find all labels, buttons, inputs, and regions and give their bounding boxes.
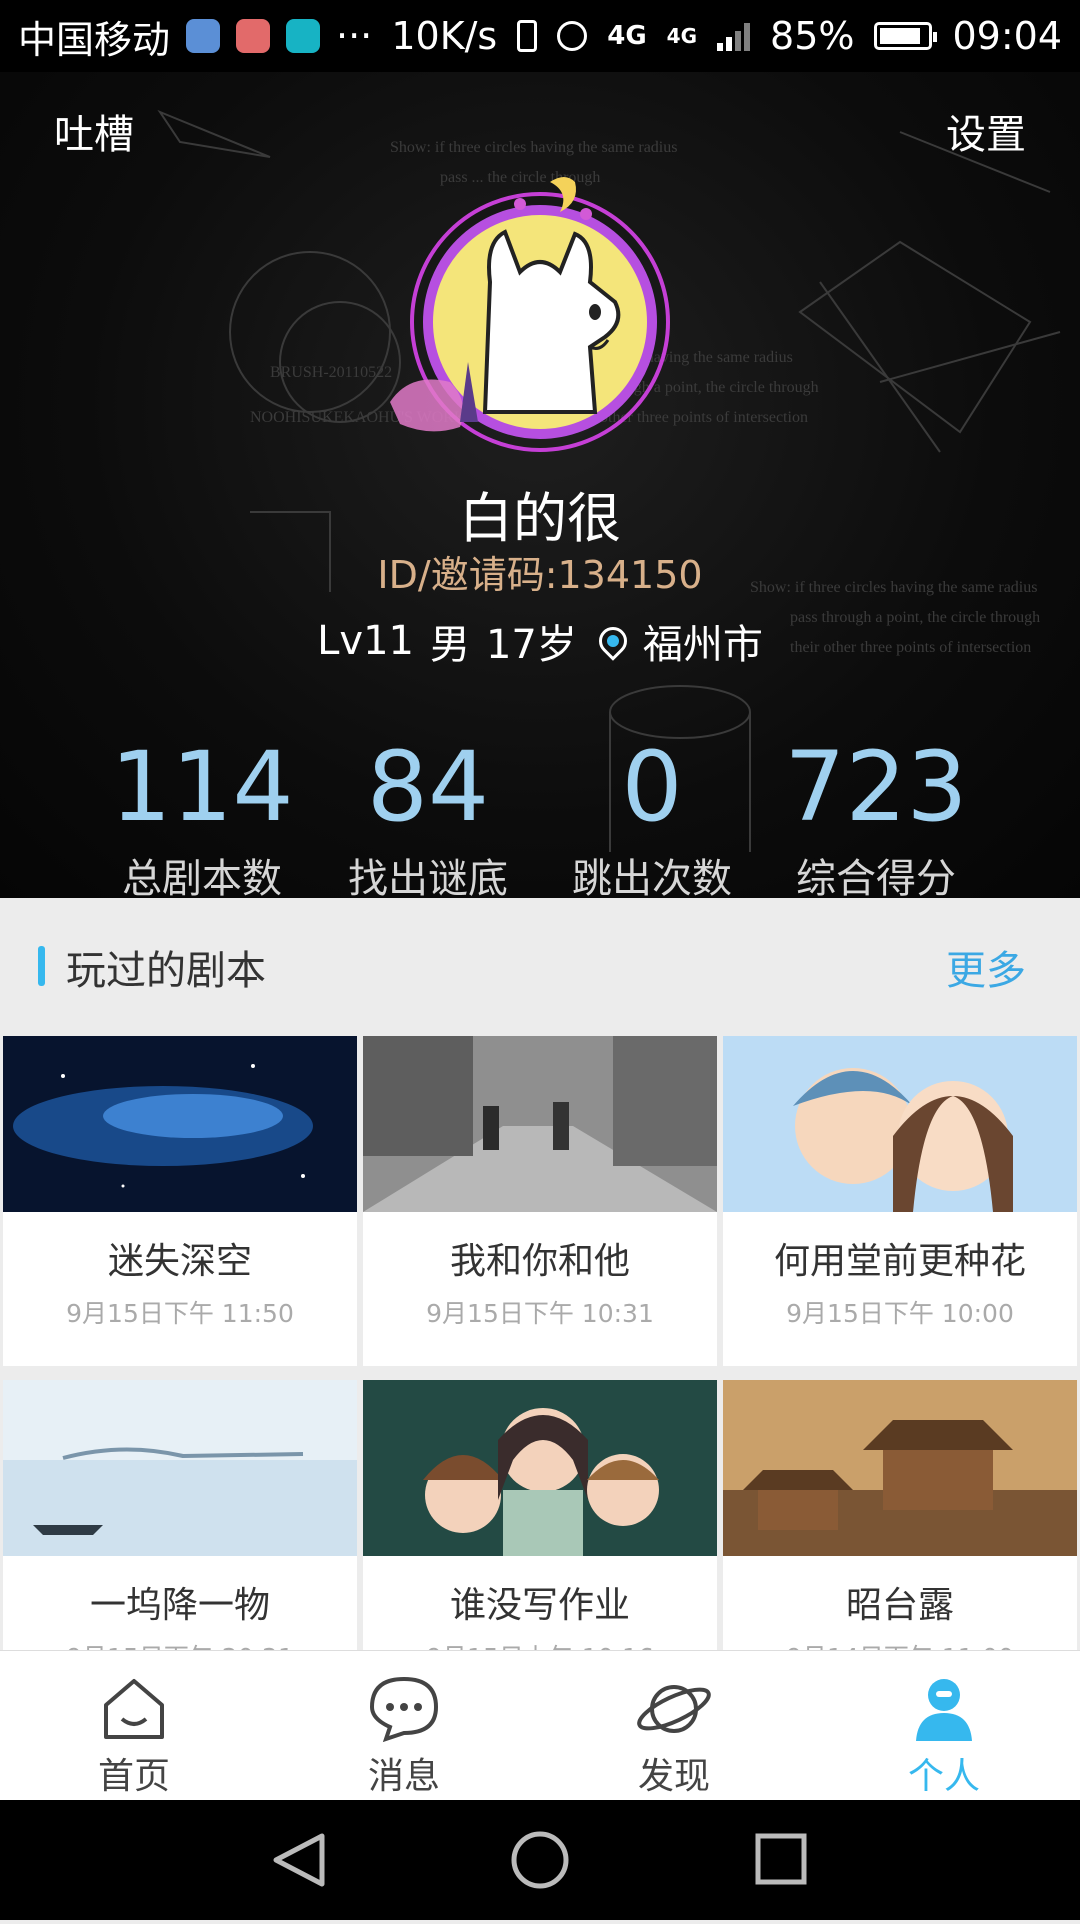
net-speed: 10K/s <box>391 14 498 58</box>
script-title: 一坞降一物 <box>89 1585 270 1626</box>
settings-label: 设置 <box>946 112 1026 158</box>
section-accent-bar <box>38 946 45 986</box>
script-title: 谁没写作业 <box>449 1585 630 1626</box>
script-thumbnail <box>3 1380 357 1556</box>
signal-icon <box>717 21 751 51</box>
location-pin-icon <box>593 621 633 661</box>
bottom-tab-bar: 首页 消息 发现 个人 <box>0 1650 1080 1800</box>
home-circle-icon[interactable] <box>511 1831 569 1889</box>
clock: 09:04 <box>952 14 1062 58</box>
invite-code: ID/邀请码:134150 <box>377 553 703 597</box>
battery-percent: 85% <box>770 14 855 58</box>
user-meta: Lv11 男 17岁 福州市 <box>0 612 1080 670</box>
tab-label: 个人 <box>907 1756 980 1797</box>
script-card[interactable]: 迷失深空 9月15日下午 11:50 <box>3 1036 357 1366</box>
stat-label: 跳出次数 <box>572 856 732 898</box>
status-bar: 中国移动 ··· 10K/s 4G 4G 85% 09:04 <box>0 0 1080 72</box>
svg-text:BRUSH-20110522: BRUSH-20110522 <box>270 364 392 381</box>
stat-value: 114 <box>110 731 294 843</box>
tab-home[interactable]: 首页 <box>34 1651 234 1801</box>
system-nav-bar <box>0 1800 1080 1920</box>
script-thumbnail <box>3 1036 357 1212</box>
script-date: 9月15日下午 10:00 <box>786 1299 1014 1328</box>
stat-label: 综合得分 <box>796 856 956 898</box>
user-level: Lv11 <box>317 618 414 664</box>
script-card[interactable]: 我和你和他 9月15日下午 10:31 <box>363 1036 717 1366</box>
profile-header: Show: if three circles having the same r… <box>0 72 1080 898</box>
stat-label: 总剧本数 <box>122 856 282 898</box>
script-date: 9月14日下午 11:00 <box>723 1638 1077 1650</box>
script-card[interactable]: 昭台露 9月14日下午 11:00 <box>723 1380 1077 1650</box>
stat-value: 84 <box>366 731 490 843</box>
tab-messages[interactable]: 消息 <box>304 1651 504 1801</box>
battery-icon <box>874 22 938 50</box>
avatar[interactable] <box>390 162 690 462</box>
anime-couple-image <box>723 1036 1077 1212</box>
settings-link[interactable]: 设置 <box>946 102 1026 160</box>
space-nebula-image <box>3 1036 357 1212</box>
script-date: 9月15日下午 11:50 <box>66 1299 294 1328</box>
planet-icon <box>637 1685 711 1733</box>
script-title: 迷失深空 <box>107 1241 252 1282</box>
script-title: 昭台露 <box>845 1585 954 1626</box>
script-date: 9月15日上午 10:16 <box>363 1638 717 1650</box>
user-gender: 男 <box>429 622 470 668</box>
user-age: 17岁 <box>485 622 577 668</box>
more-notifications-icon: ··· <box>336 14 373 58</box>
script-card[interactable]: 谁没写作业 9月15日上午 10:16 <box>363 1380 717 1650</box>
script-title: 何用堂前更种花 <box>773 1241 1026 1282</box>
tab-profile[interactable]: 个人 <box>844 1651 1044 1801</box>
script-card[interactable]: 何用堂前更种花 9月15日下午 10:00 <box>723 1036 1077 1366</box>
classroom-image <box>363 1380 717 1556</box>
tap-app-icon <box>286 19 321 53</box>
vibrate-icon <box>517 20 538 52</box>
tab-discover[interactable]: 发现 <box>574 1651 774 1801</box>
script-thumbnail <box>363 1380 717 1556</box>
stat-value: 723 <box>784 731 968 843</box>
more-link[interactable]: 更多 <box>946 938 1026 996</box>
alarm-icon <box>557 21 588 51</box>
tab-label: 首页 <box>97 1756 170 1797</box>
svg-text:Show: if three circles having: Show: if three circles having the same r… <box>390 139 677 156</box>
message-icon <box>369 1676 439 1743</box>
person-icon <box>916 1679 972 1741</box>
user-city: 福州市 <box>642 622 763 668</box>
home-icon <box>104 1679 164 1739</box>
script-thumbnail <box>723 1036 1077 1212</box>
section-title: 玩过的剧本 <box>66 948 266 994</box>
played-scripts-header: 玩过的剧本 更多 <box>0 898 1080 1036</box>
stat-quits: 0 跳出次数 <box>532 732 772 898</box>
script-date: 9月15日下午 10:31 <box>426 1299 654 1328</box>
health-app-icon <box>236 19 271 53</box>
username: 白的很 <box>459 487 621 550</box>
stat-score: 723 综合得分 <box>756 732 996 898</box>
script-title: 我和你和他 <box>449 1241 630 1282</box>
misty-lake-image <box>3 1380 357 1556</box>
script-thumbnail <box>723 1380 1077 1556</box>
stat-label: 找出谜底 <box>348 856 508 898</box>
carrier-label: 中国移动 <box>18 17 171 62</box>
alpaca-avatar-icon <box>390 177 670 452</box>
ancient-palace-image <box>723 1380 1077 1556</box>
stat-value: 0 <box>621 731 683 843</box>
children-street-image <box>363 1036 717 1212</box>
feedback-link[interactable]: 吐槽 <box>54 102 134 160</box>
script-date: 9月15日下午 20:21 <box>3 1638 357 1650</box>
script-thumbnail <box>363 1036 717 1212</box>
stat-solved: 84 找出谜底 <box>308 732 548 898</box>
tab-label: 发现 <box>637 1756 710 1797</box>
back-icon[interactable] <box>273 1833 325 1887</box>
stat-total-scripts: 114 总剧本数 <box>82 732 322 898</box>
network-type-2: 4G <box>666 24 698 48</box>
tab-label: 消息 <box>367 1756 440 1797</box>
played-scripts-grid: 迷失深空 9月15日下午 11:50 我和你和他 9月15日下午 10:31 何… <box>0 1036 1080 1650</box>
app-notification-icon <box>186 19 221 53</box>
recents-icon[interactable] <box>755 1833 807 1885</box>
feedback-label: 吐槽 <box>54 112 134 158</box>
script-card[interactable]: 一坞降一物 9月15日下午 20:21 <box>3 1380 357 1650</box>
network-type: 4G <box>607 21 647 51</box>
